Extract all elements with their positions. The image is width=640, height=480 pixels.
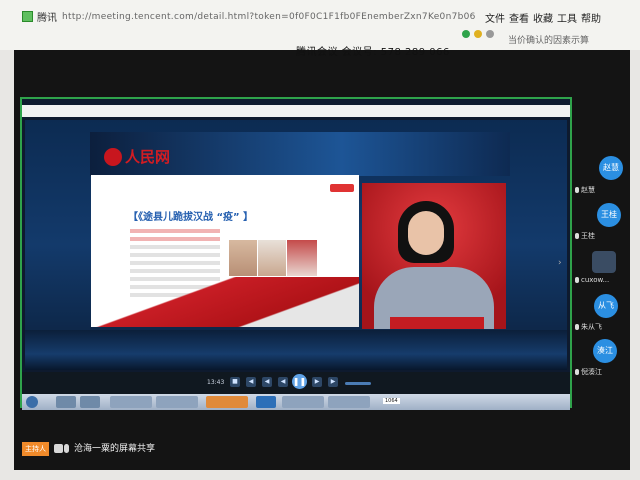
participant-name: cuxow... xyxy=(575,276,609,284)
menu-help[interactable]: 帮助 xyxy=(581,10,601,25)
participant-avatar[interactable]: 王桂 xyxy=(597,203,621,227)
document-photo xyxy=(258,240,286,276)
logo-mark-icon xyxy=(104,147,122,166)
menu-file[interactable]: 文件 xyxy=(485,10,505,25)
refresh-icon[interactable] xyxy=(462,30,470,38)
play-pause-button[interactable]: ❚❚ xyxy=(292,374,307,389)
step-back-icon[interactable]: ◀ xyxy=(278,377,288,387)
mic-icon xyxy=(575,277,579,283)
chevron-right-icon[interactable]: › xyxy=(558,258,562,268)
speaker-video xyxy=(362,183,506,329)
taskbar-window[interactable] xyxy=(206,396,248,408)
participant-video-thumb[interactable] xyxy=(592,251,616,273)
taskbar-window[interactable] xyxy=(110,396,152,408)
browser-tab[interactable]: 腾讯 xyxy=(22,8,57,24)
host-badge: 主持人 xyxy=(22,442,49,456)
participant-name: 朱从飞 xyxy=(575,322,602,332)
tab-favicon-icon xyxy=(22,10,33,22)
tab-title: 腾讯 xyxy=(37,12,57,24)
taskbar-window[interactable] xyxy=(282,396,324,408)
participant-name: 王桂 xyxy=(575,231,595,241)
mic-icon xyxy=(575,369,579,375)
news-logo: 人民网 xyxy=(104,146,170,167)
fast-forward-icon[interactable]: ▶ xyxy=(312,377,322,387)
participant-name: 倪湊江 xyxy=(575,367,602,377)
taskbar-app-icon[interactable] xyxy=(80,396,100,408)
mic-icon xyxy=(575,233,579,239)
logo-text: 人民网 xyxy=(125,148,171,166)
document-photo xyxy=(287,240,317,276)
document-title: 【《途县儿跪拔汉战 “疫” 】 xyxy=(128,212,254,223)
screen-share-icon xyxy=(54,444,63,453)
doc-logo-icon xyxy=(330,184,354,192)
taskbar-app-icon[interactable] xyxy=(56,396,76,408)
video-lower-strip xyxy=(25,330,567,370)
start-button-icon[interactable] xyxy=(26,396,38,408)
screen-share-label: 沧海一粟的屏幕共享 xyxy=(74,444,156,454)
playback-time: 13:43 xyxy=(207,379,225,386)
document-red-band xyxy=(91,277,359,327)
mic-icon xyxy=(575,324,579,330)
menu-view[interactable]: 查看 xyxy=(509,10,529,25)
star-icon[interactable] xyxy=(474,30,482,38)
shared-window-titlebar xyxy=(22,105,570,117)
mic-icon xyxy=(64,444,69,453)
menu-tools[interactable]: 工具 xyxy=(557,10,577,25)
participant-avatar[interactable]: 湊江 xyxy=(593,339,617,363)
browser-toolbar xyxy=(462,30,494,38)
previous-icon[interactable]: ◀ xyxy=(246,377,256,387)
stop-icon[interactable]: ■ xyxy=(230,377,240,387)
taskbar-window[interactable] xyxy=(328,396,370,408)
participant-name: 赵慧 xyxy=(575,185,595,195)
address-bar[interactable]: http://meeting.tencent.com/detail.html?t… xyxy=(62,12,476,22)
menu-favorites[interactable]: 收藏 xyxy=(533,10,553,25)
participant-avatar[interactable]: 赵慧 xyxy=(599,156,623,180)
mic-icon xyxy=(575,187,579,193)
taskbar-counter: 1064 xyxy=(383,398,400,404)
taskbar-window[interactable] xyxy=(156,396,198,408)
document-photo xyxy=(229,240,257,276)
next-icon[interactable]: ▶ xyxy=(328,377,338,387)
rewind-icon[interactable]: ◀ xyxy=(262,377,272,387)
meeting-title: 腾讯会议 会议号: 578 289 066 xyxy=(296,47,450,58)
search-hint[interactable]: 当价确认的因素示算 xyxy=(508,33,589,46)
taskbar-app-icon[interactable] xyxy=(256,396,276,408)
volume-slider[interactable] xyxy=(345,382,371,385)
participant-avatar[interactable]: 从飞 xyxy=(594,294,618,318)
chevron-down-icon[interactable] xyxy=(486,30,494,38)
